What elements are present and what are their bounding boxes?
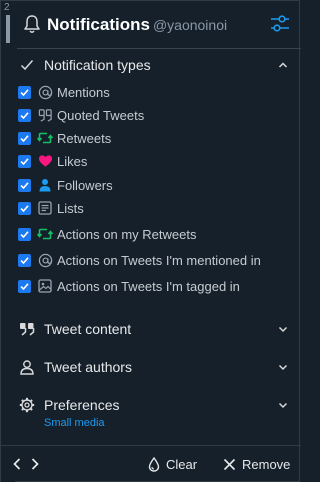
section-label: Notification types xyxy=(44,57,151,73)
section-tweet-authors[interactable]: Tweet authors xyxy=(17,355,293,379)
retweet-icon xyxy=(37,130,53,146)
option-followers[interactable]: Followers xyxy=(18,175,113,195)
drag-handle[interactable] xyxy=(6,15,10,43)
remove-label: Remove xyxy=(242,456,291,472)
at-icon xyxy=(37,84,53,100)
retweet-icon xyxy=(37,226,53,242)
option-actions-on-mentioned-tweets[interactable]: Actions on Tweets I'm mentioned in xyxy=(18,250,261,270)
option-lists[interactable]: Lists xyxy=(18,198,84,218)
section-notification-types[interactable]: Notification types xyxy=(17,53,293,77)
option-retweets[interactable]: Retweets xyxy=(18,128,111,148)
person-icon xyxy=(37,177,53,193)
gear-icon xyxy=(17,395,37,415)
clear-label: Clear xyxy=(166,456,198,472)
checkbox[interactable] xyxy=(18,85,31,99)
checkbox[interactable] xyxy=(18,279,31,293)
at-icon xyxy=(37,252,53,268)
quote-icon xyxy=(17,319,37,339)
column-gutter: 2 xyxy=(1,1,15,482)
heart-icon xyxy=(37,153,53,169)
list-icon xyxy=(37,200,53,216)
option-actions-on-tagged-tweets[interactable]: Actions on Tweets I'm tagged in xyxy=(18,276,240,296)
preferences-summary[interactable]: Small media xyxy=(44,417,105,429)
checkbox[interactable] xyxy=(18,178,31,192)
column-settings-icon[interactable] xyxy=(269,13,291,35)
chevron-right-icon[interactable] xyxy=(29,456,41,472)
checkbox[interactable] xyxy=(18,227,31,241)
column-panel: 2 Notifications @yaonoinoi Notification t… xyxy=(0,0,301,482)
column-footer: Clear Remove xyxy=(1,445,301,482)
chevron-up-icon[interactable] xyxy=(277,59,289,71)
chevron-down-icon[interactable] xyxy=(277,323,289,335)
clear-button[interactable]: Clear xyxy=(148,455,197,473)
option-label: Quoted Tweets xyxy=(57,107,145,123)
checkbox[interactable] xyxy=(18,154,31,168)
option-label: Lists xyxy=(57,200,84,216)
column-header: Notifications @yaonoinoi xyxy=(17,1,301,49)
checkbox[interactable] xyxy=(18,131,31,145)
checkbox[interactable] xyxy=(18,253,31,267)
checkbox[interactable] xyxy=(18,201,31,215)
image-icon xyxy=(37,278,53,294)
section-tweet-content[interactable]: Tweet content xyxy=(17,317,293,341)
option-label: Likes xyxy=(57,153,88,169)
option-label: Actions on Tweets I'm tagged in xyxy=(57,278,240,294)
section-label: Tweet authors xyxy=(44,359,132,375)
drop-icon xyxy=(148,456,160,472)
remove-button[interactable]: Remove xyxy=(223,455,290,473)
option-label: Retweets xyxy=(57,130,112,146)
chevron-down-icon[interactable] xyxy=(277,399,289,411)
person-outline-icon xyxy=(17,357,37,377)
column-number: 2 xyxy=(4,2,10,13)
bell-icon xyxy=(24,15,40,33)
chevron-left-icon[interactable] xyxy=(11,456,23,472)
checkbox[interactable] xyxy=(18,108,31,122)
quote-icon xyxy=(37,107,53,123)
option-mentions[interactable]: Mentions xyxy=(18,82,110,102)
chevron-down-icon[interactable] xyxy=(277,361,289,373)
option-label: Mentions xyxy=(57,84,110,100)
section-label: Tweet content xyxy=(44,321,132,337)
header-title-group: Notifications @yaonoinoi xyxy=(47,15,227,35)
section-preferences[interactable]: Preferences xyxy=(17,393,293,417)
option-quoted-tweets[interactable]: Quoted Tweets xyxy=(18,105,144,125)
section-label: Preferences xyxy=(44,397,120,413)
option-label: Followers xyxy=(57,177,113,193)
checkmark-icon xyxy=(17,55,37,75)
option-actions-on-my-retweets[interactable]: Actions on my Retweets xyxy=(18,224,196,244)
option-label: Actions on my Retweets xyxy=(57,226,197,242)
option-label: Actions on Tweets I'm mentioned in xyxy=(57,252,261,268)
page-title: Notifications xyxy=(47,15,150,34)
option-likes[interactable]: Likes xyxy=(18,151,87,171)
account-handle: @yaonoinoi xyxy=(152,17,228,33)
close-icon xyxy=(223,458,236,470)
